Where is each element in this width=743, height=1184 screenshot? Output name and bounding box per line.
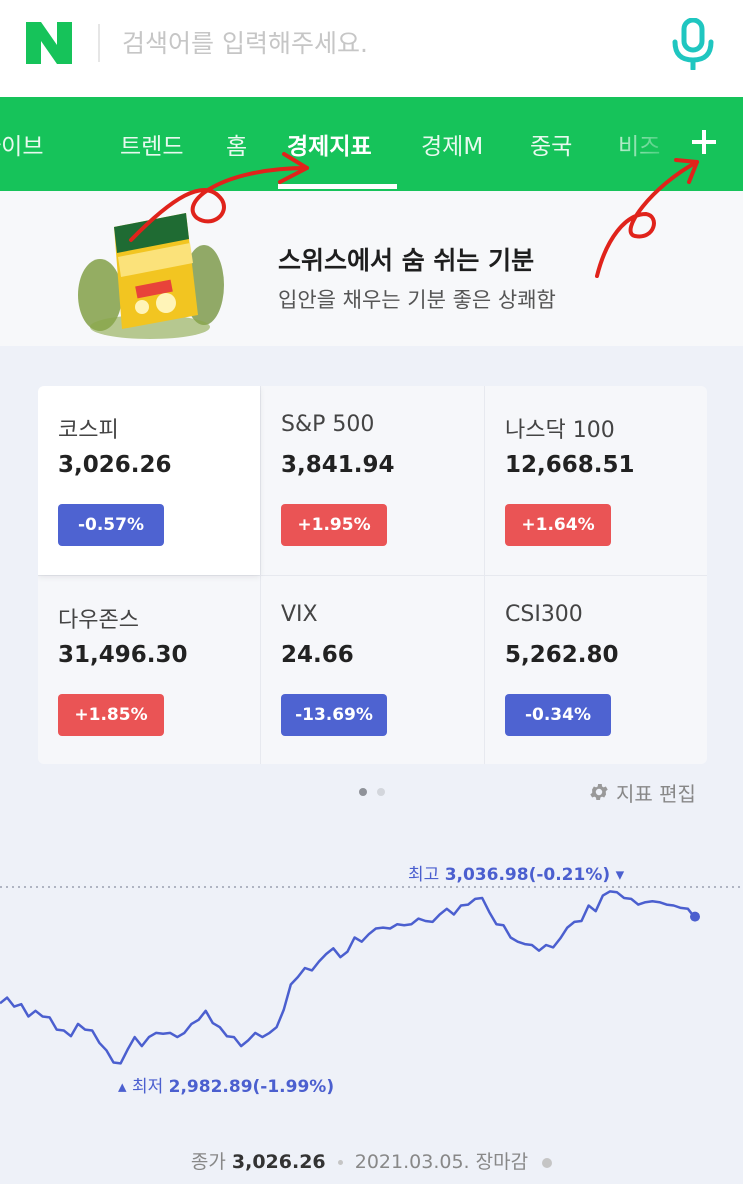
index-grid: 코스피 3,026.26 -0.57% S&P 500 3,841.94 +1.… [38, 386, 707, 764]
close-value: 3,026.26 [231, 1151, 326, 1173]
page-dot[interactable] [377, 788, 385, 796]
change-badge: -0.34% [505, 694, 611, 736]
search-input[interactable] [122, 26, 642, 60]
ad-title: 스위스에서 숨 쉬는 기분 [278, 246, 535, 275]
change-badge: +1.95% [281, 504, 387, 546]
tab-economic-indicators[interactable]: 경제지표 [287, 127, 372, 161]
high-prefix: 최고 [408, 865, 440, 885]
index-value: 3,841.94 [281, 452, 395, 478]
latest-price-dot [690, 911, 700, 922]
change-badge: +1.64% [505, 504, 611, 546]
index-card-dowjones[interactable]: 다우존스 31,496.30 +1.85% [38, 576, 260, 764]
price-line [0, 890, 696, 1065]
kospi-intraday-chart [0, 886, 743, 1065]
footer-separator [337, 1160, 343, 1165]
market-status: 장마감 [475, 1151, 529, 1173]
search-divider [98, 24, 100, 62]
gear-icon [590, 784, 608, 800]
index-name: CSI300 [505, 602, 583, 627]
high-value: 3,036.98(-0.21%) [444, 865, 611, 885]
tab-china[interactable]: 중국 [530, 127, 572, 161]
category-tab-bar: 라이브 트렌드 홈 경제지표 경제M 중국 비즈 [0, 97, 743, 191]
index-card-sp500[interactable]: S&P 500 3,841.94 +1.95% [261, 386, 483, 575]
index-value: 24.66 [281, 642, 354, 668]
close-status-footer: 종가 3,026.26 2021.03.05. 장마감 [0, 1147, 743, 1174]
index-card-csi300[interactable]: CSI300 5,262.80 -0.34% [485, 576, 707, 764]
index-name: 나스닥 100 [505, 418, 615, 443]
ad-product-image [78, 213, 224, 339]
chart-low-label: ▴ 최저 2,982.89(-1.99%) [118, 1072, 334, 1097]
index-card-vix[interactable]: VIX 24.66 -13.69% [261, 576, 483, 764]
index-value: 12,668.51 [505, 452, 635, 478]
tab-live[interactable]: 라이브 [0, 127, 43, 161]
active-tab-indicator [278, 184, 397, 189]
close-date: 2021.03.05. [354, 1151, 470, 1173]
change-badge: -0.57% [58, 504, 164, 546]
ad-banner[interactable]: 스위스에서 숨 쉬는 기분 입안을 채우는 기분 좋은 상쾌함 [0, 191, 743, 346]
index-card-kospi[interactable]: 코스피 3,026.26 -0.57% [38, 386, 260, 575]
tab-economy-m[interactable]: 경제M [421, 127, 483, 161]
index-value: 3,026.26 [58, 452, 172, 478]
high-marker: ▾ [615, 865, 625, 885]
low-marker: ▴ [118, 1077, 127, 1097]
change-badge: +1.85% [58, 694, 164, 736]
plus-icon[interactable] [688, 126, 720, 158]
tab-trend[interactable]: 트렌드 [120, 127, 183, 161]
index-name: 코스피 [58, 418, 119, 443]
chart-high-label: 최고 3,036.98(-0.21%) ▾ [408, 860, 624, 885]
ad-subtitle: 입안을 채우는 기분 좋은 상쾌함 [278, 288, 556, 312]
index-name: S&P 500 [281, 412, 375, 437]
tab-fade [600, 97, 743, 191]
close-prefix: 종가 [190, 1151, 226, 1173]
microphone-icon[interactable] [668, 18, 718, 70]
index-name: 다우존스 [58, 608, 139, 633]
tab-home[interactable]: 홈 [226, 127, 247, 161]
naver-logo[interactable] [26, 22, 72, 64]
index-value: 31,496.30 [58, 642, 188, 668]
edit-indicators-label: 지표 편집 [616, 782, 696, 806]
status-dot [542, 1157, 553, 1168]
page-dot-active[interactable] [359, 788, 367, 796]
index-name: VIX [281, 602, 318, 627]
index-value: 5,262.80 [505, 642, 619, 668]
index-card-nasdaq100[interactable]: 나스닥 100 12,668.51 +1.64% [485, 386, 707, 575]
low-prefix: 최저 [131, 1077, 164, 1097]
low-value: 2,982.89(-1.99%) [168, 1077, 335, 1097]
change-badge: -13.69% [281, 694, 387, 736]
search-bar [0, 0, 743, 97]
